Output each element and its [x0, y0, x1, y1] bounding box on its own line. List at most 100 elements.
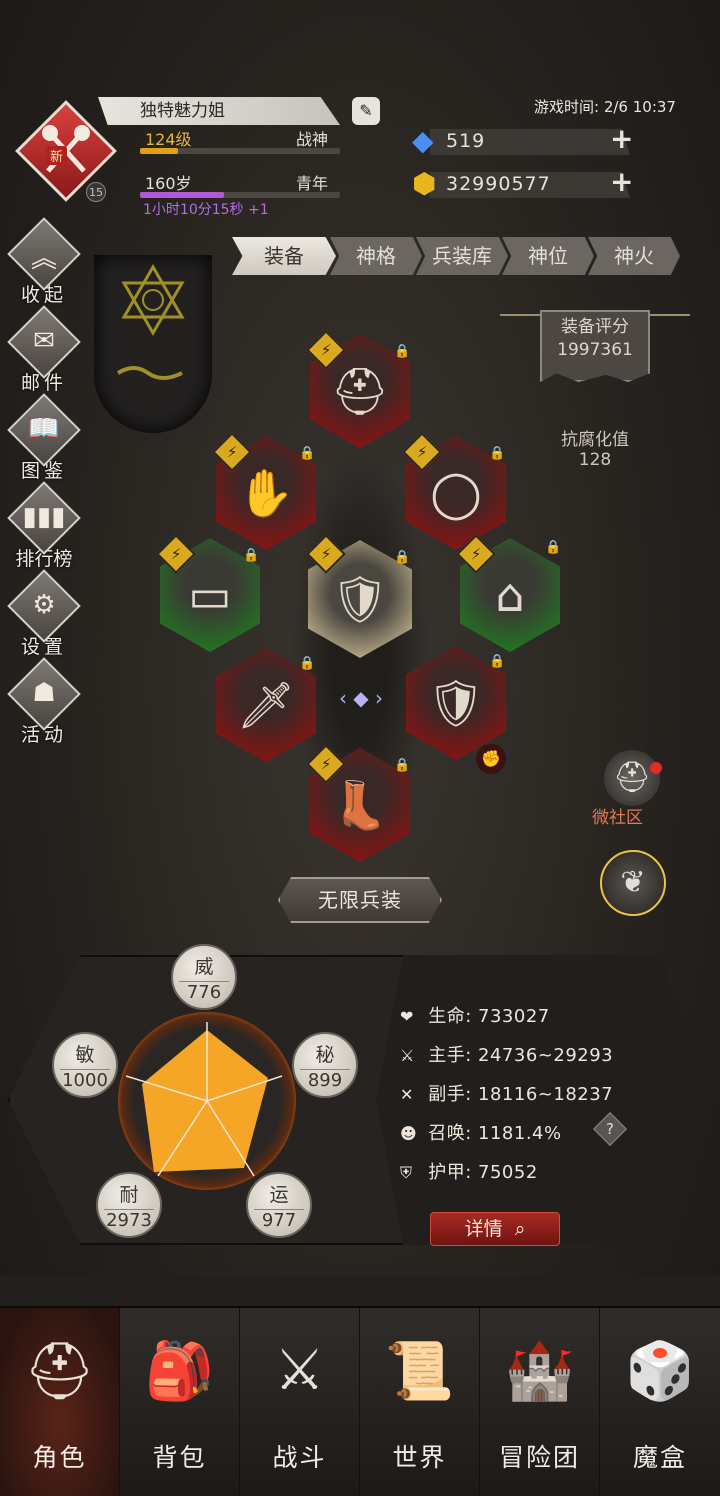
nav-guild-label: 冒险团	[498, 1443, 580, 1472]
shield-downgrade-icon[interactable]: ✊	[476, 744, 506, 774]
stat-main-hand: ⚔ 主手: 24736~29293	[400, 1041, 613, 1067]
stat-armor: ⛨ 护甲: 75052	[400, 1158, 538, 1184]
helmet-lock-icon[interactable]: 🔒	[394, 344, 410, 359]
attribute-mi-value: 899	[300, 1069, 350, 1091]
gem-icon: ◆	[412, 124, 434, 157]
age-progress-bar	[140, 192, 340, 198]
equipment-score-label: 装备评分	[561, 317, 629, 337]
sword-icon: 🗡	[236, 677, 296, 732]
nav-character-label: 角色	[32, 1443, 87, 1472]
edit-name-button[interactable]: ✎	[352, 97, 380, 125]
side-collapse[interactable]: ︽ 收起	[7, 217, 81, 307]
helmet-icon: ⛑	[23, 1339, 96, 1404]
nav-magic-box[interactable]: 🎲 魔盒	[600, 1308, 720, 1496]
nav-magic-box-label: 魔盒	[632, 1443, 687, 1472]
age-text: 160岁	[145, 174, 192, 193]
player-name: 独特魅力姐	[98, 97, 340, 125]
community-button[interactable]: ⛑	[604, 750, 660, 806]
search-icon: ⌕	[508, 1218, 526, 1240]
side-settings[interactable]: ⚙ 设置	[7, 569, 81, 659]
ranking-icon: ▮▮▮	[22, 502, 66, 532]
knight-helmet-icon: ⛑	[612, 760, 652, 795]
attribute-yun: 运 977	[246, 1172, 312, 1238]
side-mail[interactable]: ✉ 邮件	[7, 305, 81, 395]
tab-god-position[interactable]: 神位	[502, 237, 594, 275]
ring-lock-icon[interactable]: 🔒	[489, 446, 505, 461]
details-button[interactable]: 详情 ⌕	[430, 1212, 560, 1246]
nav-world[interactable]: 📜 世界	[360, 1308, 480, 1496]
details-label: 详情	[464, 1218, 503, 1240]
gold-icon: ⬢	[412, 167, 437, 200]
title-text: 战神	[296, 130, 329, 149]
hexagram-emblem-icon	[116, 264, 185, 380]
stat-summon: ☻ 召唤: 1181.4%	[400, 1119, 562, 1145]
cloak-lock-icon[interactable]: 🔒	[545, 540, 561, 555]
side-ranking[interactable]: ▮▮▮ 排行榜	[7, 481, 81, 571]
collapse-icon: ︽	[30, 244, 57, 274]
attribute-mi-name: 秘	[315, 1044, 335, 1066]
shield-lock-icon[interactable]: 🔒	[489, 654, 505, 669]
add-gold-button[interactable]: +	[610, 165, 633, 198]
equipment-score-value: 1997361	[557, 340, 633, 360]
side-events[interactable]: ☗ 活动	[7, 657, 81, 747]
attribute-radar-chart	[125, 1022, 283, 1177]
corruption-value: 128	[578, 450, 612, 470]
corruption-label: 抗腐化值	[561, 430, 629, 450]
event-icon: ☗	[32, 678, 56, 708]
stat-main-hand-text: 主手: 24736~29293	[428, 1045, 614, 1066]
tab-equipment[interactable]: 装备	[232, 237, 336, 275]
nav-character[interactable]: ⛑ 角色	[0, 1308, 120, 1496]
armor-lock-icon[interactable]: 🔒	[394, 550, 410, 565]
dagger-icon: ✕	[400, 1085, 414, 1104]
sword-icon: ⚔	[400, 1046, 415, 1065]
nav-backpack[interactable]: 🎒 背包	[120, 1308, 240, 1496]
swap-weapons-icon[interactable]: ‹ ◆ ›	[326, 686, 396, 710]
nav-battle[interactable]: ⚔ 战斗	[240, 1308, 360, 1496]
attribute-wei-value: 776	[179, 981, 229, 1003]
belt-icon: ▭	[188, 568, 232, 622]
book-icon: 📖	[27, 414, 61, 444]
battle-icon: ⚔	[274, 1338, 325, 1403]
belt-lock-icon[interactable]: 🔒	[243, 548, 259, 563]
gold-count: 32990577	[446, 173, 551, 195]
level-progress-fill	[140, 148, 178, 154]
shield-icon: 🛡	[426, 675, 486, 730]
game-time: 游戏时间: 2/6 10:37	[534, 98, 676, 116]
ring-icon: ◯	[430, 466, 482, 520]
side-book[interactable]: 📖 图鉴	[7, 393, 81, 483]
cloak-icon: ⌂	[495, 568, 525, 622]
equipment-score-plaque: 装备评分 1997361	[540, 310, 650, 382]
wings-icon: ❦	[620, 865, 646, 900]
backpack-icon: 🎒	[144, 1339, 215, 1404]
stat-summon-text: 召唤: 1181.4%	[428, 1123, 562, 1144]
magic-box-icon: 🎲	[625, 1339, 695, 1404]
gear-icon: ⚙	[32, 590, 56, 620]
boots-lock-icon[interactable]: 🔒	[394, 758, 410, 773]
community-label[interactable]: 微社区	[592, 803, 643, 828]
age-progress-fill	[140, 192, 224, 198]
equipment-tabs: 装备 神格 兵装库 神位 神火	[232, 237, 680, 275]
attribute-min: 敏 1000	[52, 1032, 118, 1098]
add-gems-button[interactable]: +	[610, 122, 633, 155]
weapon-lock-icon[interactable]: 🔒	[299, 656, 315, 671]
armor-icon: 🛡	[330, 571, 390, 626]
unlimited-armament-button[interactable]: 无限兵装	[278, 877, 442, 923]
armor-icon: ⛨	[400, 1163, 413, 1182]
tab-armory[interactable]: 兵装库	[416, 237, 508, 275]
attribute-wei-name: 威	[194, 956, 214, 978]
winged-emblem-button[interactable]: ❦	[600, 850, 666, 916]
attribute-min-value: 1000	[60, 1069, 110, 1091]
community-alert-dot	[650, 762, 662, 774]
nav-guild[interactable]: 🏰 冒险团	[480, 1308, 600, 1496]
gauntlet-lock-icon[interactable]: 🔒	[299, 446, 315, 461]
attribute-yun-value: 977	[254, 1209, 304, 1231]
castle-icon: 🏰	[504, 1339, 575, 1404]
tab-divine-fire[interactable]: 神火	[588, 237, 680, 275]
edit-icon: ✎	[359, 101, 373, 120]
help-icon[interactable]: ?	[598, 1117, 622, 1141]
age-stage-text: 青年	[296, 174, 329, 193]
gauntlet-icon: ✋	[237, 465, 295, 520]
summon-icon: ☻	[400, 1124, 418, 1143]
scroll-icon: 📜	[384, 1339, 455, 1404]
tab-divinity[interactable]: 神格	[330, 237, 422, 275]
